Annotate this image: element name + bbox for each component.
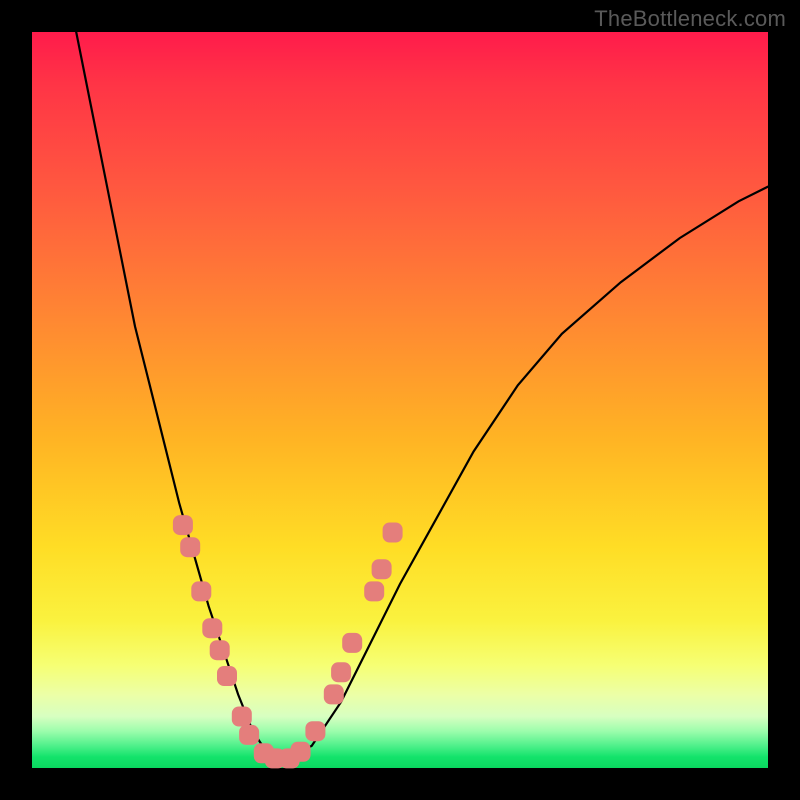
curve-marker <box>364 581 384 601</box>
curve-marker <box>173 515 193 535</box>
curve-marker <box>210 640 230 660</box>
curve-marker <box>372 559 392 579</box>
curve-marker <box>305 721 325 741</box>
curve-marker <box>291 742 311 762</box>
curve-marker <box>239 725 259 745</box>
curve-marker <box>342 633 362 653</box>
curve-marker <box>232 707 252 727</box>
curve-marker <box>324 684 344 704</box>
curve-marker <box>217 666 237 686</box>
curve-marker <box>202 618 222 638</box>
curve-marker <box>383 523 403 543</box>
plot-area <box>32 32 768 768</box>
chart-svg <box>32 32 768 768</box>
bottleneck-curve <box>76 32 768 761</box>
curve-marker <box>331 662 351 682</box>
watermark-text: TheBottleneck.com <box>594 6 786 32</box>
curve-marker <box>180 537 200 557</box>
curve-marker <box>191 581 211 601</box>
chart-frame: TheBottleneck.com <box>0 0 800 800</box>
marker-group <box>173 515 403 768</box>
